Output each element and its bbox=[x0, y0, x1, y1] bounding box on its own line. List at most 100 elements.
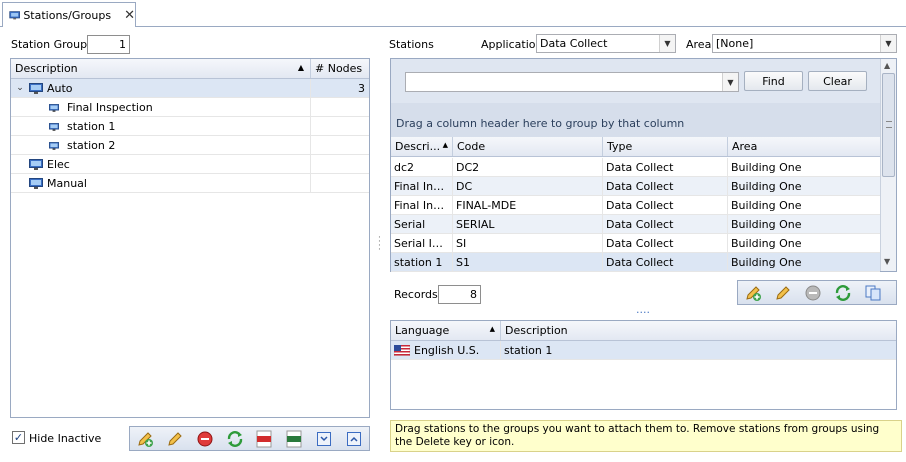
station-cell-type: Data Collect bbox=[603, 158, 728, 176]
station-cell-area: Building One bbox=[731, 237, 802, 250]
hide-inactive-checkbox[interactable]: ✓ bbox=[12, 431, 25, 444]
station-cell-type: Data Collect bbox=[603, 253, 728, 271]
area-label: Area bbox=[686, 38, 712, 51]
add-pencil-icon bbox=[138, 431, 153, 447]
tree-row[interactable]: Elec bbox=[11, 155, 369, 174]
tree-row[interactable]: Final Inspection bbox=[11, 98, 369, 117]
monitor-icon bbox=[29, 82, 47, 95]
column-type[interactable]: Type bbox=[603, 137, 728, 156]
refresh-stations-button[interactable] bbox=[831, 283, 855, 303]
groups-toolbar bbox=[129, 426, 370, 451]
column-nodes-label: # Nodes bbox=[315, 62, 363, 75]
tab-stations-groups[interactable]: Stations/Groups ✕ bbox=[2, 2, 136, 28]
station-row[interactable]: Serial SERIAL Data Collect Building One bbox=[391, 215, 880, 234]
station-cell-description: station 1 bbox=[391, 253, 453, 271]
column-lang-description[interactable]: Description bbox=[501, 321, 896, 340]
tree-row[interactable]: Manual bbox=[11, 174, 369, 193]
scrollbar-thumb[interactable] bbox=[882, 73, 895, 177]
station-row[interactable]: station 1 S1 Data Collect Building One bbox=[391, 253, 880, 272]
station-cell-type: Data Collect bbox=[603, 215, 728, 233]
column-description[interactable]: Descri... ▲ bbox=[391, 137, 453, 156]
records-count: 8 bbox=[438, 285, 481, 304]
language-label: English U.S. bbox=[414, 343, 480, 357]
application-label: Application bbox=[481, 38, 543, 51]
tree-row[interactable]: station 1 bbox=[11, 117, 369, 136]
station-groups-label: Station Groups bbox=[11, 38, 93, 51]
column-description-label: Description bbox=[15, 62, 78, 75]
station-cell-code: SI bbox=[453, 234, 603, 252]
search-combo[interactable]: ▼ bbox=[405, 72, 739, 92]
sort-asc-icon: ▲ bbox=[442, 141, 448, 149]
station-cell-code: S1 bbox=[453, 253, 603, 271]
move-down-button[interactable] bbox=[312, 429, 336, 449]
station-cell-area: Building One bbox=[731, 161, 802, 174]
column-area[interactable]: Area bbox=[728, 137, 880, 156]
add-pencil-icon bbox=[746, 285, 761, 301]
delete-group-button[interactable] bbox=[193, 429, 217, 449]
find-button[interactable]: Find bbox=[744, 71, 803, 91]
tree-cell-nodes bbox=[311, 136, 369, 154]
column-description[interactable]: Description ▲ bbox=[11, 59, 311, 78]
station-cell-description: Final Ins... bbox=[391, 196, 453, 214]
tree-row[interactable]: station 2 bbox=[11, 136, 369, 155]
station-row[interactable]: Final Ins... DC Data Collect Building One bbox=[391, 177, 880, 196]
copy-station-button[interactable] bbox=[861, 283, 885, 303]
edit-group-button[interactable] bbox=[163, 429, 187, 449]
refresh-groups-button[interactable] bbox=[223, 429, 247, 449]
station-cell-code: SERIAL bbox=[453, 215, 603, 233]
scroll-down-icon[interactable]: ▼ bbox=[884, 257, 890, 266]
monitor-icon bbox=[9, 11, 20, 20]
column-language[interactable]: Language ▲ bbox=[391, 321, 501, 340]
tree-cell-nodes: 3 bbox=[358, 82, 365, 95]
station-row[interactable]: dc2 DC2 Data Collect Building One bbox=[391, 158, 880, 177]
column-code[interactable]: Code bbox=[453, 137, 603, 156]
search-input[interactable] bbox=[406, 73, 722, 91]
column-nodes[interactable]: # Nodes bbox=[311, 59, 369, 78]
scroll-up-icon[interactable]: ▲ bbox=[884, 61, 890, 70]
column-code-label: Code bbox=[457, 140, 486, 153]
tree-cell-description: Elec bbox=[11, 155, 311, 173]
area-select[interactable]: [None] ▼ bbox=[712, 34, 897, 53]
column-area-label: Area bbox=[732, 140, 758, 153]
tree-cell-description: station 2 bbox=[11, 136, 311, 154]
language-grid-body: English U.S. station 1 bbox=[391, 341, 896, 360]
group-by-panel[interactable]: Drag a column header here to group by th… bbox=[391, 103, 880, 137]
move-up-button[interactable] bbox=[342, 429, 366, 449]
add-station-button[interactable] bbox=[741, 283, 765, 303]
monitor-icon bbox=[49, 139, 67, 152]
station-groups-tree[interactable]: Description ▲ # Nodes ⌄ Auto 3 Final Inspec… bbox=[10, 58, 370, 418]
tab-label: Stations/Groups bbox=[23, 9, 112, 22]
chevron-down-icon bbox=[317, 431, 332, 446]
tree-cell-description: station 1 bbox=[11, 117, 311, 135]
export-xlsx-button[interactable] bbox=[282, 429, 306, 449]
tree-cell-nodes bbox=[311, 174, 369, 192]
tree-row-label: Manual bbox=[47, 176, 87, 190]
language-cell: English U.S. bbox=[391, 341, 501, 359]
export-pdf-button[interactable] bbox=[253, 429, 277, 449]
delete-station-button[interactable] bbox=[801, 283, 825, 303]
monitor-icon bbox=[29, 177, 47, 190]
chevron-down-icon: ▼ bbox=[722, 73, 738, 91]
stations-grid-body: dc2 DC2 Data Collect Building One Final Ins.… bbox=[391, 158, 880, 272]
language-row[interactable]: English U.S. station 1 bbox=[391, 341, 896, 360]
station-groups-count: 1 bbox=[87, 35, 130, 54]
vertical-splitter-handle[interactable]: · · · · bbox=[378, 234, 381, 255]
tree-row[interactable]: ⌄ Auto 3 bbox=[11, 79, 369, 98]
horizontal-splitter-handle[interactable]: ···· bbox=[636, 306, 650, 319]
add-group-button[interactable] bbox=[133, 429, 157, 449]
tree-cell-description: Final Inspection bbox=[11, 98, 311, 116]
language-description-cell: station 1 bbox=[504, 344, 553, 357]
clear-button[interactable]: Clear bbox=[808, 71, 867, 91]
delete-icon bbox=[805, 285, 821, 300]
edit-station-button[interactable] bbox=[771, 283, 795, 303]
station-row[interactable]: Serial Ins... SI Data Collect Building One bbox=[391, 234, 880, 253]
expand-chevron-icon[interactable]: ⌄ bbox=[11, 83, 29, 93]
station-cell-code: DC2 bbox=[453, 158, 603, 176]
tree-cell-nodes bbox=[311, 155, 369, 173]
application-select[interactable]: Data Collect ▼ bbox=[536, 34, 676, 53]
close-icon[interactable]: ✕ bbox=[124, 8, 135, 23]
station-row[interactable]: Final Ins... FINAL-MDE Data Collect Buildin… bbox=[391, 196, 880, 215]
station-cell-code: DC bbox=[453, 177, 603, 195]
station-cell-description: Serial bbox=[391, 215, 453, 233]
vertical-scrollbar[interactable]: ▲ ▼ bbox=[880, 59, 896, 271]
